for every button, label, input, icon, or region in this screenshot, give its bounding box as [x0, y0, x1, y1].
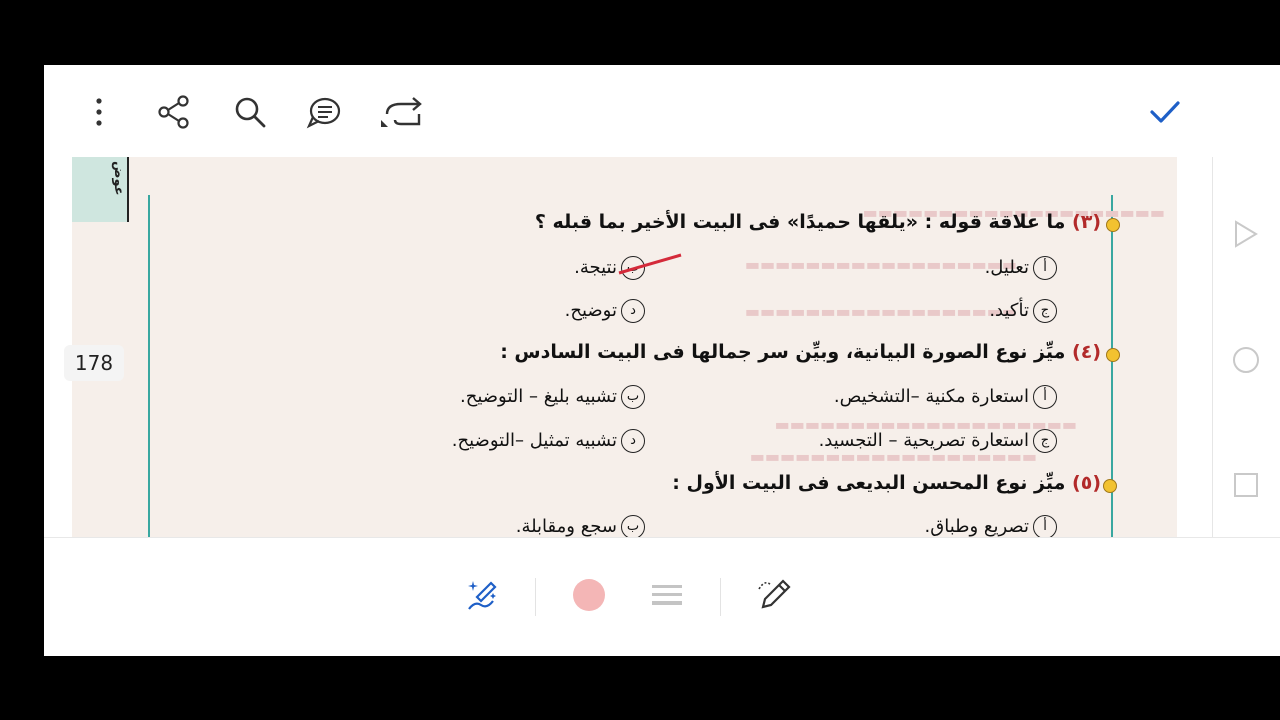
option-letter: ب [621, 515, 645, 537]
page-number: 178 [64, 345, 124, 381]
play-triangle-icon[interactable] [1229, 217, 1263, 251]
document-page-area[interactable]: عوض ▬▬▬▬▬▬▬▬▬▬▬▬▬▬▬▬▬▬▬▬ ▬▬▬▬▬▬▬▬▬▬▬▬▬▬▬… [44, 157, 1212, 537]
question-number: (٣) [1072, 211, 1101, 233]
comment-icon[interactable] [301, 89, 347, 135]
pdf-editor-app: عوض ▬▬▬▬▬▬▬▬▬▬▬▬▬▬▬▬▬▬▬▬ ▬▬▬▬▬▬▬▬▬▬▬▬▬▬▬… [44, 65, 1280, 656]
side-tab: عوض [72, 157, 128, 222]
scanned-page: عوض ▬▬▬▬▬▬▬▬▬▬▬▬▬▬▬▬▬▬▬▬ ▬▬▬▬▬▬▬▬▬▬▬▬▬▬▬… [72, 157, 1177, 537]
question-text: ميِّز نوع المحسن البديعى فى البيت الأول … [672, 472, 1066, 494]
option-text: توضيح. [564, 300, 617, 321]
option-letter: أ [1033, 256, 1057, 280]
separator [535, 578, 536, 616]
option-text: استعارة مكنية –التشخيص. [833, 386, 1029, 407]
question-4: (٤) ميِّز نوع الصورة البيانية، وبيِّن سر… [500, 341, 1101, 363]
question-5: (٥) ميِّز نوع المحسن البديعى فى البيت ال… [672, 472, 1101, 494]
square-icon[interactable] [1229, 468, 1263, 502]
option[interactable]: دتوضيح. [565, 299, 645, 323]
color-swatch[interactable] [564, 570, 614, 620]
magic-pen-icon[interactable] [458, 570, 508, 620]
search-icon[interactable] [227, 89, 273, 135]
question-text: ما علاقة قوله : «يلقها حميدًا» فى البيت … [534, 211, 1066, 233]
pencil-icon[interactable] [750, 570, 800, 620]
option[interactable]: أتعليل. [985, 256, 1057, 280]
option-text: استعارة تصريحية – التجسيد. [818, 430, 1029, 451]
option-text: تعليل. [984, 257, 1029, 278]
option-letter: ج [1033, 429, 1057, 453]
bullet-dot [1103, 479, 1117, 493]
question-number: (٥) [1072, 472, 1101, 494]
option-letter: أ [1033, 385, 1057, 409]
option-letter: د [621, 429, 645, 453]
annotation-toolbar [44, 537, 1280, 656]
line-thickness-icon[interactable] [642, 570, 692, 620]
checkmark-icon[interactable] [1142, 89, 1188, 135]
option-text: نتيجة. [574, 257, 617, 278]
question-3: (٣) ما علاقة قوله : «يلقها حميدًا» فى ال… [535, 211, 1101, 233]
option[interactable]: جتأكيد. [989, 299, 1057, 323]
option-text: تشبيه بليغ – التوضيح. [460, 386, 617, 407]
option[interactable]: بتشبيه بليغ – التوضيح. [460, 385, 645, 409]
option-letter: د [621, 299, 645, 323]
option[interactable]: بسجع ومقابلة. [516, 515, 645, 537]
question-number: (٤) [1072, 341, 1101, 363]
background-text: ▬▬▬▬▬▬▬▬▬▬▬▬▬▬▬▬▬▬ [744, 255, 1017, 274]
background-text: ▬▬▬▬▬▬▬▬▬▬▬▬▬▬▬▬▬▬ [744, 302, 1017, 321]
more-vertical-icon[interactable] [76, 89, 122, 135]
option-text: تأكيد. [989, 300, 1029, 321]
undo-icon[interactable] [379, 89, 425, 135]
option-letter: ب [621, 385, 645, 409]
side-tab-text: عوض [111, 161, 126, 196]
red-ink-mark [618, 253, 682, 275]
option-text: تصريع وطباق. [924, 516, 1029, 537]
bullet-dot [1106, 348, 1120, 362]
circle-icon[interactable] [1229, 343, 1263, 377]
option-text: سجع ومقابلة. [515, 516, 617, 537]
option[interactable]: أتصريع وطباق. [925, 515, 1057, 537]
option-text: تشبيه تمثيل –التوضيح. [451, 430, 617, 451]
share-icon[interactable] [151, 89, 197, 135]
option-letter: أ [1033, 515, 1057, 537]
option-letter: ج [1033, 299, 1057, 323]
separator [720, 578, 721, 616]
top-toolbar [44, 65, 1280, 157]
option[interactable]: أاستعارة مكنية –التشخيص. [834, 385, 1057, 409]
shape-panel [1212, 157, 1280, 537]
bullet-dot [1106, 218, 1120, 232]
option[interactable]: جاستعارة تصريحية – التجسيد. [819, 429, 1057, 453]
frame-line-left [148, 195, 150, 537]
option[interactable]: دتشبيه تمثيل –التوضيح. [452, 429, 645, 453]
question-text: ميِّز نوع الصورة البيانية، وبيِّن سر جما… [500, 341, 1066, 363]
divider [127, 157, 129, 222]
